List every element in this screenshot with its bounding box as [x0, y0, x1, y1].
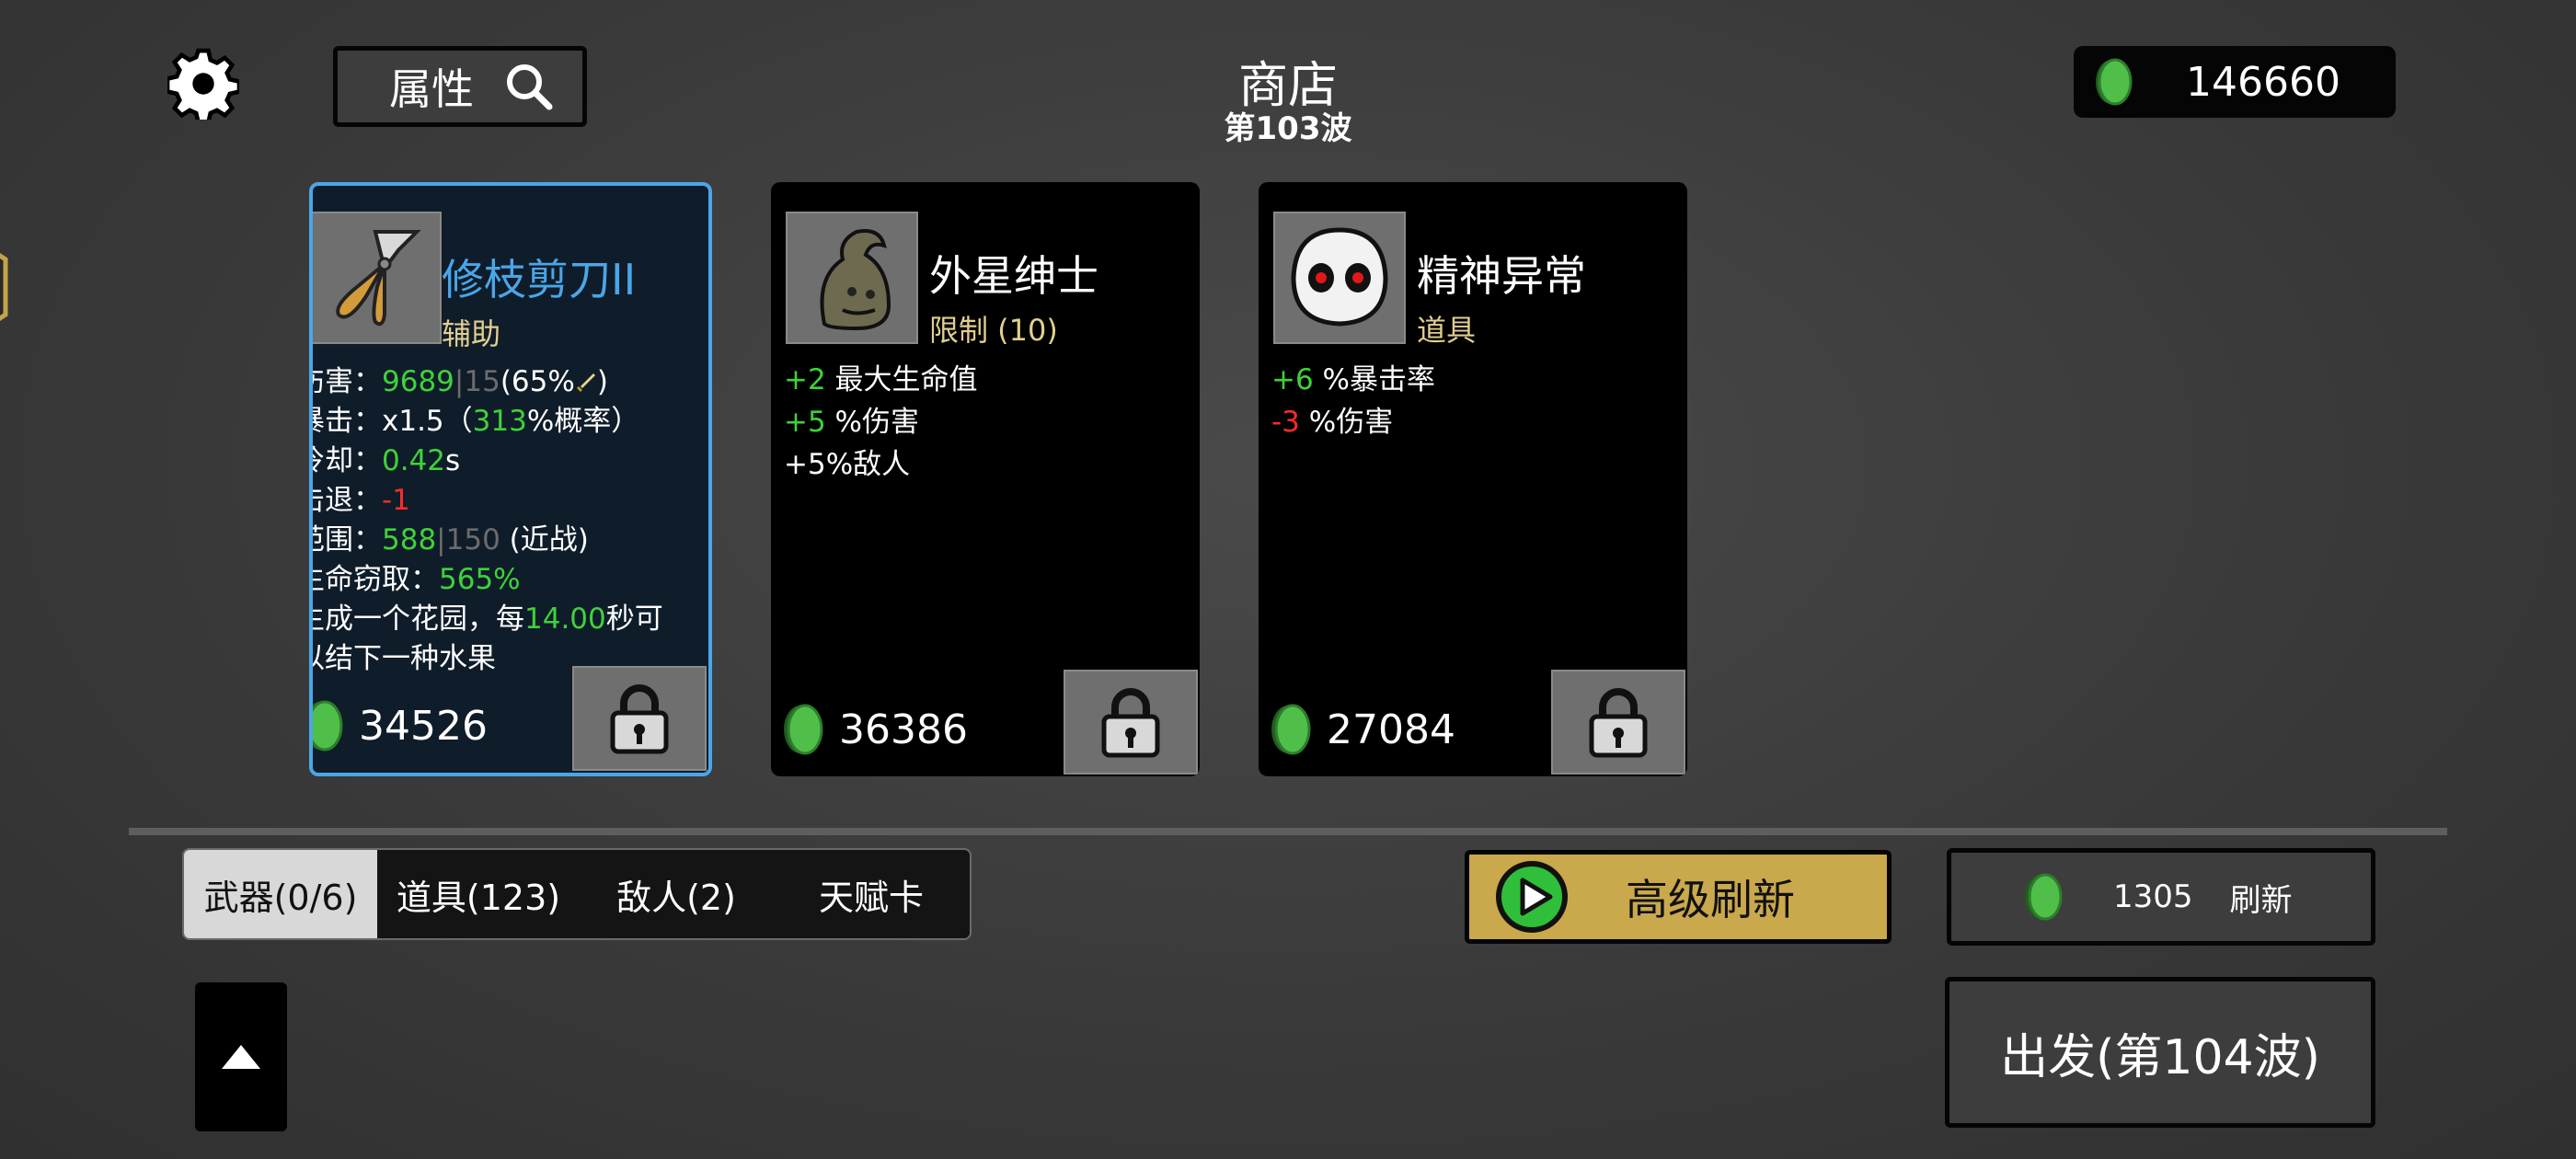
- stat-lifesteal: 生命窃取：565%: [309, 563, 521, 596]
- refresh-label: 刷新: [2229, 881, 2293, 919]
- expand-button[interactable]: [195, 982, 287, 1131]
- coin-icon: [2096, 58, 2133, 106]
- stat-knockback: 击退：-1: [313, 484, 410, 517]
- effect-line: +2 最大生命值: [784, 363, 978, 396]
- start-wave-label: 出发(第104波): [2000, 1029, 2320, 1085]
- lock-icon: [1101, 688, 1160, 758]
- item-name: 精神异常: [1417, 251, 1586, 301]
- item-name: 外星绅士: [929, 251, 1098, 301]
- lock-icon: [1589, 688, 1648, 758]
- shop-card-3[interactable]: 精神异常 道具 +6 %暴击率 -3 %伤害 27084: [1259, 182, 1687, 776]
- tab-enemies[interactable]: 敌人(2): [580, 850, 773, 938]
- item-effects: +2 最大生命值 +5 %伤害 +5%敌人: [784, 359, 978, 486]
- effect-line: -3 %伤害: [1271, 406, 1394, 439]
- item-effects: +6 %暴击率 -3 %伤害: [1271, 359, 1435, 443]
- lock-button[interactable]: [1551, 670, 1685, 775]
- pruning-shears-icon: [336, 230, 421, 327]
- item-type: 限制 (10): [929, 313, 1058, 348]
- money-display: 146660: [2074, 46, 2396, 118]
- tab-items[interactable]: 道具(123): [377, 850, 580, 938]
- lock-icon: [610, 684, 669, 754]
- stat-range: 范围：588|150 (近战): [313, 523, 589, 557]
- shop-card-2[interactable]: 外星绅士 限制 (10) +2 最大生命值 +5 %伤害 +5%敌人 36386: [771, 182, 1200, 776]
- attribute-label: 属性: [389, 64, 474, 114]
- lock-button[interactable]: [572, 666, 707, 771]
- coin-icon: [313, 700, 343, 752]
- divider: [129, 828, 2447, 835]
- stat-crit: 暴击：x1.5（313%概率）: [313, 405, 640, 438]
- stat-damage: 伤害：9689|15(65%): [313, 365, 608, 398]
- wave-label: 第103波: [1224, 110, 1352, 147]
- advanced-refresh-button[interactable]: 高级刷新: [1465, 850, 1892, 944]
- inventory-tabs: 武器(0/6) 道具(123) 敌人(2) 天赋卡: [182, 848, 972, 940]
- item-type: 辅助: [442, 316, 501, 351]
- item-thumbnail: [1273, 212, 1406, 344]
- item-price: 34526: [313, 697, 488, 754]
- arrow-up-icon: [222, 1045, 260, 1069]
- side-hex-decoration: [0, 252, 8, 322]
- item-price: 36386: [780, 701, 968, 758]
- stat-desc-line1: 生成一个花园，每14.00秒可: [309, 602, 663, 636]
- effect-line: +5 %伤害: [784, 406, 920, 439]
- coin-icon: [784, 704, 823, 755]
- lock-button[interactable]: [1064, 670, 1198, 775]
- sword-icon: [576, 373, 595, 392]
- item-name: 修枝剪刀II: [442, 255, 637, 304]
- item-type: 道具: [1417, 313, 1477, 348]
- mask-face-icon: [1291, 227, 1388, 327]
- item-price: 27084: [1268, 701, 1455, 758]
- coin-icon: [1271, 704, 1311, 755]
- search-icon: [507, 64, 553, 110]
- refresh-button[interactable]: 1305 刷新: [1947, 848, 2375, 946]
- effect-line: +5%敌人: [784, 448, 911, 481]
- effect-line: +6 %暴击率: [1271, 363, 1436, 396]
- start-wave-button[interactable]: 出发(第104波): [1945, 977, 2375, 1128]
- coin-icon: [2025, 873, 2063, 921]
- stat-cooldown: 冷却：0.42s: [313, 444, 461, 477]
- shop-card-1[interactable]: 修枝剪刀II 辅助 伤害：9689|15(65%) 暴击：x1.5（313%概率…: [309, 182, 712, 776]
- item-thumbnail: [786, 212, 918, 344]
- item-thumbnail: [313, 212, 442, 344]
- play-icon: [1496, 861, 1568, 933]
- alien-gentleman-icon: [820, 229, 891, 331]
- refresh-cost: 1305: [2113, 878, 2193, 915]
- tab-talent-cards[interactable]: 天赋卡: [773, 850, 970, 938]
- money-value: 146660: [2186, 58, 2340, 106]
- advanced-refresh-label: 高级刷新: [1626, 875, 1795, 924]
- gear-icon[interactable]: [167, 48, 239, 120]
- tab-weapons[interactable]: 武器(0/6): [184, 850, 377, 938]
- attribute-button[interactable]: 属性: [333, 46, 587, 127]
- item-stats: 伤害：9689|15(65%) 暴击：x1.5（313%概率） 冷却：0.42s…: [309, 362, 663, 679]
